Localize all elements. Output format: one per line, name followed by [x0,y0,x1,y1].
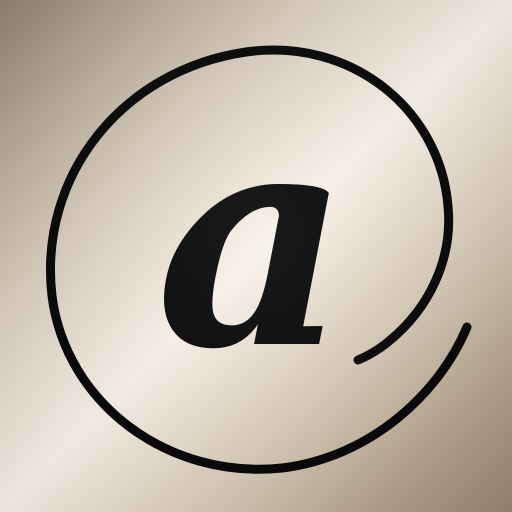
at-sign-letter: a [156,62,350,415]
at-sign-tile: a [0,0,512,512]
at-sign-icon: a [46,45,472,474]
